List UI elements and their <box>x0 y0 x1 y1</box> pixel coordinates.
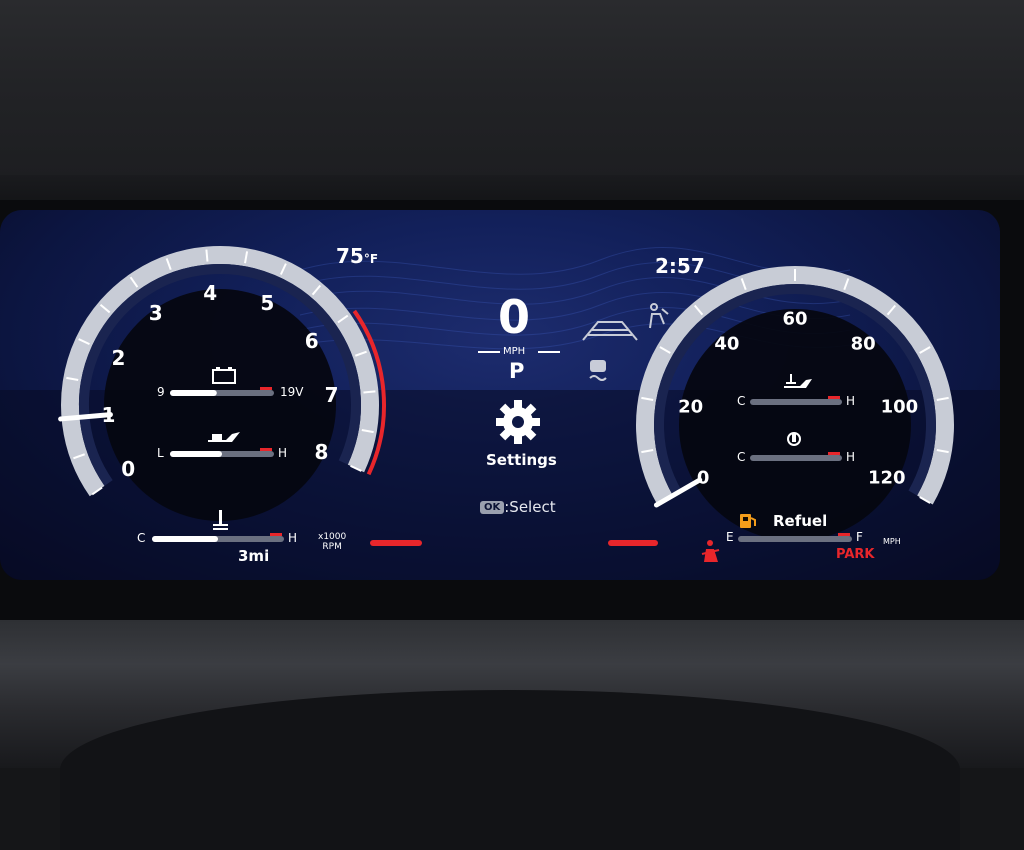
redline-marks <box>370 540 658 546</box>
steering-column-shroud <box>60 690 960 850</box>
instrument-cluster-screen: 012345678 x1000 RPM 9 19V L H C H 3mi 75… <box>0 210 1000 580</box>
